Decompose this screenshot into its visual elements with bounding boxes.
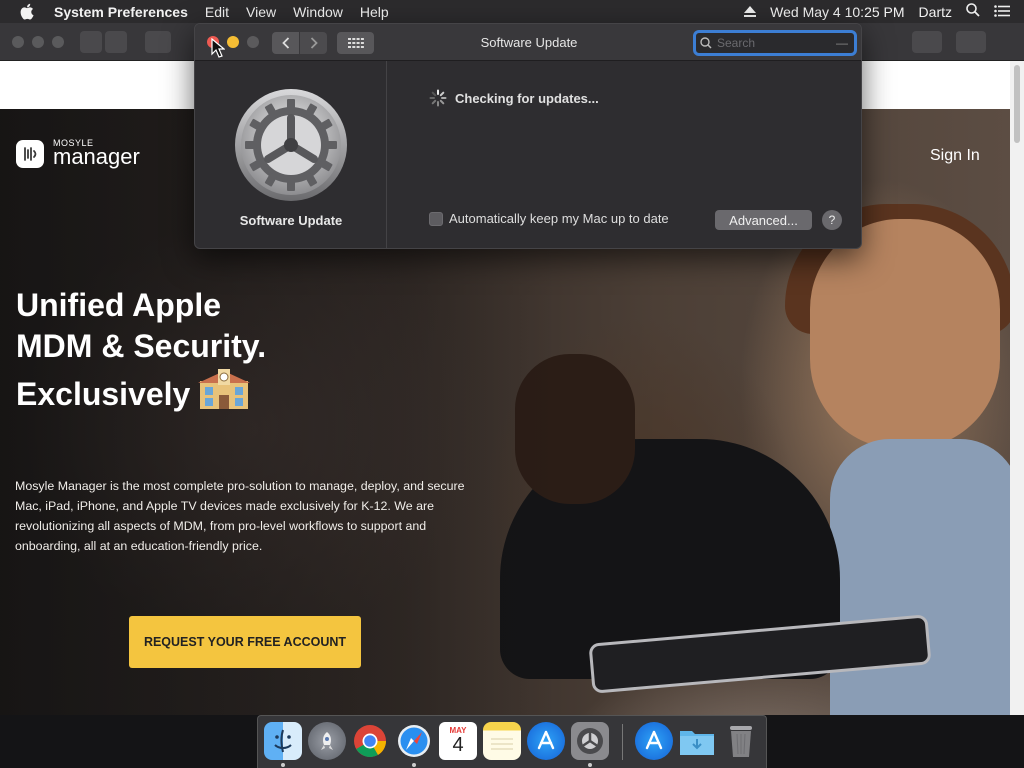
app-store-icon[interactable] (527, 722, 565, 760)
notification-center-icon[interactable] (994, 4, 1010, 20)
safari-icon[interactable] (395, 722, 433, 760)
site-logo[interactable]: MOSYLE manager (16, 139, 140, 168)
chrome-icon[interactable] (351, 722, 389, 760)
user-name[interactable]: Dartz (919, 4, 952, 20)
help-button[interactable]: ? (822, 210, 842, 230)
request-free-account-button[interactable]: REQUEST YOUR FREE ACCOUNT (129, 616, 361, 668)
school-icon (196, 367, 252, 409)
hero-headline: Unified Apple MDM & Security. Exclusivel… (16, 285, 266, 415)
trash-icon[interactable] (722, 722, 760, 760)
browser-zoom-button[interactable] (52, 36, 64, 48)
browser-back-button[interactable] (80, 31, 102, 53)
auto-update-checkbox[interactable] (429, 211, 443, 226)
downloads-folder-icon[interactable] (678, 722, 716, 760)
menu-window[interactable]: Window (293, 4, 343, 20)
system-preferences-gear-icon (235, 89, 347, 201)
headline-line: Exclusively (16, 376, 191, 412)
spotlight-search-icon[interactable] (966, 3, 980, 20)
browser-minimize-button[interactable] (32, 36, 44, 48)
dock: MAY 4 (257, 715, 767, 768)
hero-photo-shape (810, 219, 1000, 449)
search-icon (700, 37, 712, 49)
pane-label: Software Update (239, 213, 343, 228)
search-input[interactable] (717, 36, 827, 50)
running-indicator (412, 763, 416, 767)
advanced-button[interactable]: Advanced... (715, 210, 812, 230)
mosyle-logo-icon (16, 139, 44, 168)
status-text: Checking for updates... (455, 90, 599, 106)
running-indicator (588, 763, 592, 767)
headline-line: MDM & Security. (16, 328, 267, 364)
auto-update-label[interactable]: Automatically keep my Mac up to date (449, 211, 669, 226)
browser-close-button[interactable] (12, 36, 24, 48)
browser-scrollbar[interactable] (1010, 61, 1024, 715)
sign-in-link[interactable]: Sign In (930, 147, 980, 165)
notes-icon[interactable] (483, 722, 521, 760)
menu-edit[interactable]: Edit (205, 4, 229, 20)
browser-forward-button[interactable] (105, 31, 127, 53)
software-update-pane-icon-area: Software Update (195, 61, 387, 248)
sidebar-toggle-button[interactable] (145, 31, 171, 53)
clock-datetime[interactable]: Wed May 4 10:25 PM (770, 4, 904, 20)
hero-description: Mosyle Manager is the most complete pro-… (15, 479, 465, 553)
mouse-cursor-icon (211, 38, 225, 58)
running-indicator (281, 763, 285, 767)
hero-photo-shape (830, 439, 1010, 715)
menu-bar: System Preferences Edit View Window Help… (0, 0, 1024, 23)
update-status: Checking for updates... (429, 89, 599, 107)
tabs-overview-button[interactable] (956, 31, 986, 53)
window-titlebar: Software Update — (195, 24, 861, 61)
search-field[interactable]: — (693, 30, 857, 56)
apple-menu-icon[interactable] (19, 3, 39, 20)
auto-update-option[interactable]: Automatically keep my Mac up to date (429, 211, 669, 226)
software-update-window: Software Update — (194, 23, 862, 249)
finder-icon[interactable] (264, 722, 302, 760)
calendar-icon[interactable]: MAY 4 (439, 722, 477, 760)
menu-view[interactable]: View (246, 4, 276, 20)
headline-line: Unified Apple (16, 287, 222, 323)
dock-separator (622, 724, 623, 760)
menu-app-name[interactable]: System Preferences (54, 4, 188, 20)
loading-spinner-icon (429, 89, 447, 107)
eject-icon[interactable] (744, 4, 757, 20)
share-button[interactable] (912, 31, 942, 53)
clear-search-icon[interactable]: — (836, 36, 848, 50)
calendar-day: 4 (452, 733, 464, 756)
scrollbar-thumb[interactable] (1014, 65, 1020, 143)
launchpad-icon[interactable] (308, 722, 346, 760)
system-preferences-icon[interactable] (571, 722, 609, 760)
logo-big-text: manager (53, 144, 140, 169)
app-store-icon[interactable] (635, 722, 673, 760)
menu-help[interactable]: Help (360, 4, 389, 20)
